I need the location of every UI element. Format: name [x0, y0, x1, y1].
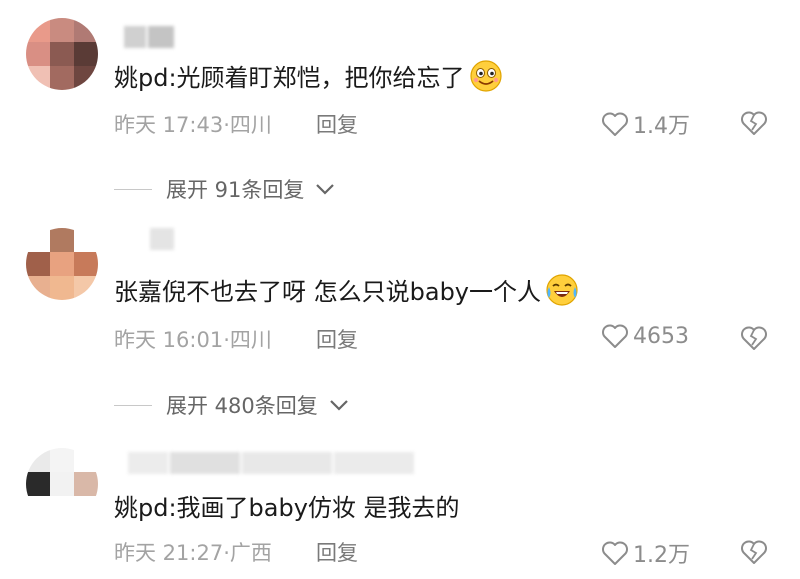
broken-heart-icon[interactable]: [740, 110, 768, 136]
comment-text: 姚pd:光顾着盯郑恺，把你给忘了: [114, 58, 503, 93]
like-count: 1.4万: [633, 114, 690, 139]
heart-icon: [602, 541, 628, 565]
comment-text: 姚pd:我画了baby仿妆 是我去的: [114, 494, 460, 522]
divider-line: [114, 188, 152, 190]
comment-meta: 昨天 21:27·广西: [114, 541, 272, 565]
like-count: 1.2万: [633, 543, 690, 568]
username[interactable]: [150, 228, 174, 250]
like-button[interactable]: 1.4万: [601, 108, 690, 140]
avatar[interactable]: [26, 228, 98, 300]
divider-line: [114, 404, 152, 406]
reply-button[interactable]: 回复: [316, 109, 358, 139]
crying-laughing-emoji-icon: [546, 273, 578, 306]
broken-heart-icon[interactable]: [740, 539, 768, 565]
username[interactable]: [124, 26, 174, 48]
comment-meta: 昨天 16:01·四川: [114, 328, 272, 352]
expand-replies-button[interactable]: 展开 91条回复: [114, 174, 336, 204]
reply-button[interactable]: 回复: [316, 324, 358, 354]
giggle-emoji-icon: [469, 59, 502, 92]
expand-replies-button[interactable]: 展开 480条回复: [114, 390, 350, 420]
avatar[interactable]: [26, 448, 98, 520]
like-count: 4653: [633, 323, 689, 349]
expand-label: 展开 480条回复: [166, 394, 318, 418]
heart-icon: [602, 324, 628, 348]
chevron-down-icon: [329, 400, 348, 411]
reply-button[interactable]: 回复: [316, 537, 358, 567]
username[interactable]: [128, 452, 414, 474]
comment-meta: 昨天 17:43·四川: [114, 113, 272, 137]
broken-heart-icon[interactable]: [740, 325, 768, 351]
heart-icon: [602, 112, 628, 136]
like-button[interactable]: 4653: [601, 323, 689, 349]
comment-text: 张嘉倪不也去了呀 怎么只说baby一个人: [114, 272, 579, 307]
expand-label: 展开 91条回复: [166, 178, 305, 202]
like-button[interactable]: 1.2万: [601, 537, 690, 569]
chevron-down-icon: [316, 184, 335, 195]
avatar[interactable]: [26, 18, 98, 90]
